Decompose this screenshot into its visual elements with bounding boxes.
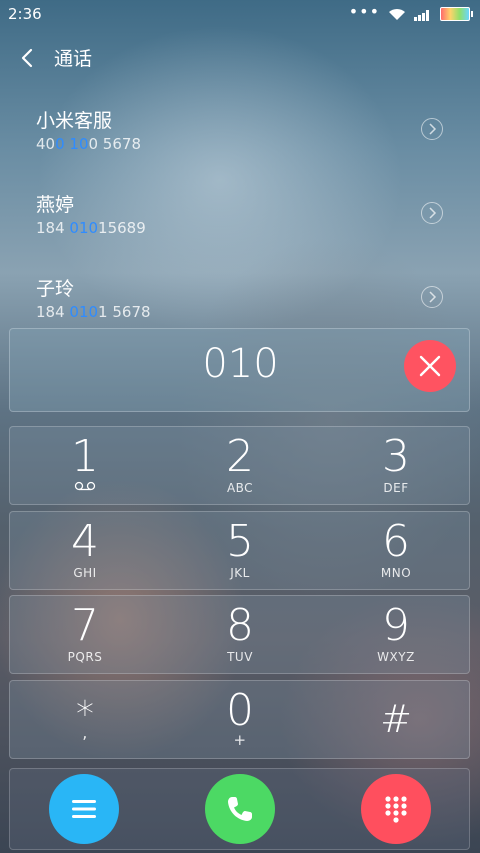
close-icon <box>419 355 441 377</box>
status-icons: ••• <box>348 2 473 21</box>
contact-name: 子玲 <box>36 278 75 300</box>
contact-number: 400 100 5678 <box>36 135 141 153</box>
page-title: 通话 <box>54 48 93 70</box>
key-letters: ABC <box>226 481 254 495</box>
key-digit: # <box>380 697 412 741</box>
contact-number: 184 0101 5678 <box>36 303 151 321</box>
menu-icon <box>72 800 96 818</box>
back-chevron-icon[interactable] <box>18 46 38 70</box>
chevron-right-icon <box>429 291 437 303</box>
phone-icon <box>228 797 252 821</box>
status-time: 2:36 <box>8 5 42 23</box>
key-0[interactable]: 0 + <box>165 681 315 759</box>
key-digit: 6 <box>382 516 410 567</box>
key-8[interactable]: 8 TUV <box>165 596 315 674</box>
key-digit: 7 <box>71 600 99 651</box>
key-letters: , <box>82 723 88 742</box>
contact-detail-button[interactable] <box>421 202 443 224</box>
key-letters: DEF <box>383 481 409 495</box>
call-button[interactable] <box>205 774 275 844</box>
key-3[interactable]: 3 DEF <box>321 427 471 505</box>
key-letters: GHI <box>73 566 97 580</box>
chevron-right-icon <box>429 123 437 135</box>
key-5[interactable]: 5 JKL <box>165 512 315 590</box>
app-header: 通话 <box>0 30 480 86</box>
key-letters: TUV <box>227 650 253 664</box>
key-digit: 5 <box>226 516 254 567</box>
keypad-toggle-button[interactable] <box>361 774 431 844</box>
contact-item[interactable]: 燕婷 184 01015689 <box>0 172 480 256</box>
keypad-row: 1 2 ABC 3 DEF <box>9 426 470 505</box>
key-star[interactable]: * , <box>10 681 160 759</box>
key-digit: 1 <box>71 431 99 482</box>
key-9[interactable]: 9 WXYZ <box>321 596 471 674</box>
delete-button[interactable] <box>404 340 456 392</box>
keypad-row: 4 GHI 5 JKL 6 MNO <box>9 511 470 590</box>
contact-detail-button[interactable] <box>421 118 443 140</box>
key-4[interactable]: 4 GHI <box>10 512 160 590</box>
menu-button[interactable] <box>49 774 119 844</box>
wifi-icon <box>389 8 405 20</box>
voicemail-icon <box>74 481 96 491</box>
dial-number-display: 010 <box>9 328 470 412</box>
key-digit: 4 <box>71 516 99 567</box>
contact-number: 184 01015689 <box>36 219 146 237</box>
key-letters: PQRS <box>67 650 103 664</box>
dialed-number: 010 <box>202 341 279 387</box>
status-bar: 2:36 ••• <box>0 0 480 30</box>
key-2[interactable]: 2 ABC <box>165 427 315 505</box>
key-letters: WXYZ <box>377 650 415 664</box>
key-1[interactable]: 1 <box>10 427 160 505</box>
key-digit: 8 <box>226 600 254 651</box>
keypad-row: 7 PQRS 8 TUV 9 WXYZ <box>9 595 470 674</box>
contact-item[interactable]: 小米客服 400 100 5678 <box>0 88 480 172</box>
bottom-action-bar <box>9 768 470 850</box>
key-digit: 9 <box>382 600 410 651</box>
key-hash[interactable]: # <box>321 681 471 759</box>
key-letters: + <box>233 731 247 749</box>
contact-name: 燕婷 <box>36 194 75 216</box>
key-digit: 3 <box>382 431 410 482</box>
notification-dots-icon: ••• <box>348 2 380 21</box>
dialpad-icon <box>385 796 407 823</box>
key-letters: MNO <box>380 566 412 580</box>
keypad-row: * , 0 + # <box>9 680 470 759</box>
battery-icon <box>440 7 473 21</box>
key-letters: JKL <box>230 566 250 580</box>
contact-name: 小米客服 <box>36 110 113 132</box>
signal-icon <box>414 9 429 21</box>
key-7[interactable]: 7 PQRS <box>10 596 160 674</box>
key-digit: 0 <box>226 685 254 736</box>
contact-detail-button[interactable] <box>421 286 443 308</box>
key-6[interactable]: 6 MNO <box>321 512 471 590</box>
key-digit: 2 <box>226 431 254 482</box>
chevron-right-icon <box>429 207 437 219</box>
